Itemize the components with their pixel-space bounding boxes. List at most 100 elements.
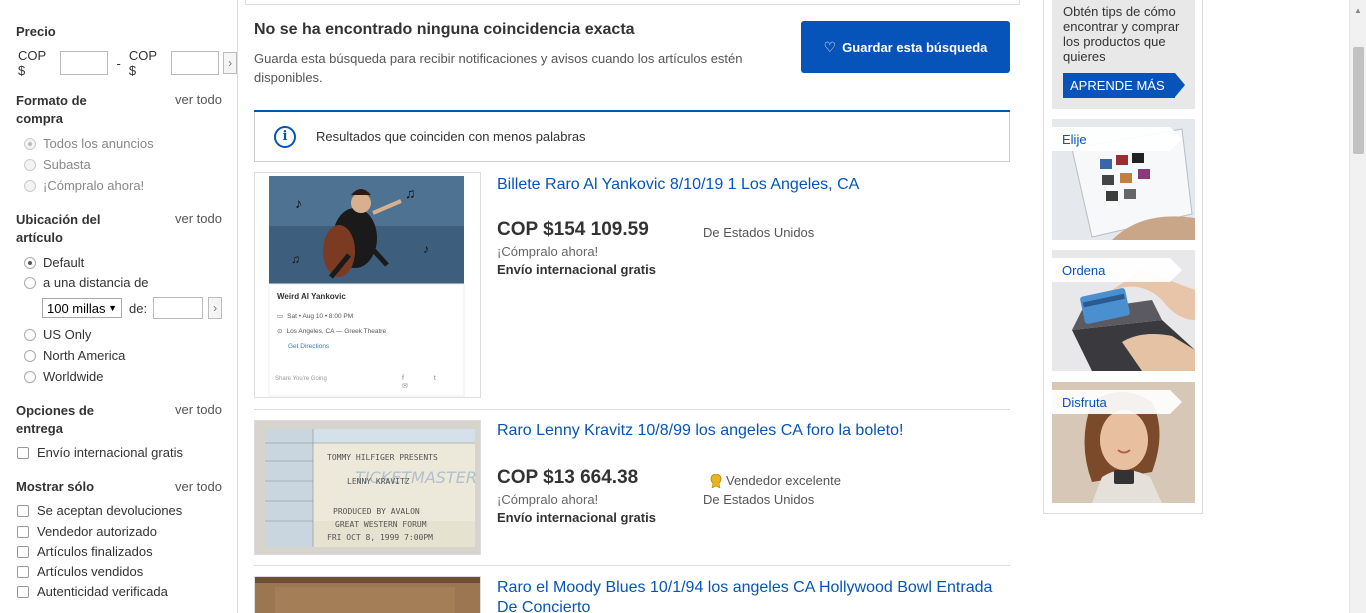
delivery-filter-header: Opciones de entrega ver todo	[16, 402, 222, 438]
show-only-option-authenticity[interactable]: Autenticidad verificada	[17, 584, 168, 599]
price-min-prefix: COP $	[18, 48, 46, 78]
scroll-up-icon[interactable]: ▲	[1354, 6, 1362, 15]
location-option-us-only[interactable]: US Only	[24, 327, 91, 342]
show-only-option-authorized[interactable]: Vendedor autorizado	[17, 524, 157, 539]
top-seller-label: Vendedor excelente	[726, 473, 841, 488]
promo-enjoy-text: Disfruta	[1062, 394, 1107, 410]
learn-more-button[interactable]: APRENDE MÁS	[1063, 73, 1175, 98]
radio-icon	[24, 349, 36, 362]
location-option-label: US Only	[43, 327, 92, 342]
item-title-link[interactable]: Billete Raro Al Yankovic 8/10/19 1 Los A…	[497, 175, 1007, 195]
item-divider	[254, 409, 1010, 410]
location-option-distance[interactable]: a una distancia de	[24, 275, 149, 290]
item-title-link[interactable]: Raro el Moody Blues 10/1/94 los angeles …	[497, 578, 1007, 613]
thumb-social-icons: f t ✉	[402, 375, 450, 390]
checkbox-icon	[17, 545, 29, 558]
thumb-date: ▭ Sat • Aug 10 • 8:00 PM	[277, 312, 354, 321]
filter-sidebar: Precio COP $ - COP $ › Formato de compra…	[0, 0, 238, 613]
top-seller-medal-icon	[710, 473, 722, 488]
price-max-input[interactable]	[170, 51, 220, 75]
show-only-option-label: Artículos finalizados	[37, 544, 153, 559]
delivery-filter-title: Opciones de entrega	[16, 403, 95, 436]
result-item: ♪ ♫ ♪ ♫ Weird Al Yankovic ▭ Sat • Aug 10 …	[254, 172, 1010, 402]
location-option-label: Default	[43, 255, 85, 270]
item-price: COP $154 109.59	[497, 219, 649, 240]
delivery-option-free-intl[interactable]: Envío internacional gratis	[17, 445, 183, 460]
ticket-line-5: FRI OCT 8, 1999 7:00PM	[327, 533, 433, 542]
thumb-date-text: Sat • Aug 10 • 8:00 PM	[287, 312, 354, 320]
thumb-share: Share You're Going	[275, 376, 327, 382]
delivery-see-all-link[interactable]: ver todo	[175, 402, 222, 417]
item-buy-now: ¡Cómpralo ahora!	[497, 244, 599, 259]
distance-submit-button[interactable]: ›	[208, 297, 223, 319]
info-icon: i	[274, 125, 296, 148]
checkbox-icon	[17, 565, 29, 578]
item-location: De Estados Unidos	[703, 225, 815, 240]
price-max-prefix: COP $	[128, 48, 157, 78]
tips-panel: Obtén tips de cómo encontrar y comprar l…	[1052, 0, 1195, 109]
tips-text: Obtén tips de cómo encontrar y comprar l…	[1063, 4, 1180, 64]
arrow-right-icon	[1175, 73, 1185, 97]
distance-select-value: 100 millas	[47, 300, 105, 316]
zip-input[interactable]	[153, 297, 204, 319]
location-option-label: a una distancia de	[43, 275, 149, 290]
item-thumbnail[interactable]: ♪ ♫ ♪ ♫ Weird Al Yankovic ▭ Sat • Aug 10 …	[254, 172, 481, 398]
promo-choose[interactable]: Elije	[1052, 119, 1195, 240]
price-range: COP $ - COP $ ›	[18, 48, 237, 78]
result-item: TICKETMASTER TOMMY HILFIGER PRESENTS LEN…	[254, 420, 1010, 558]
show-only-option-sold[interactable]: Artículos vendidos	[17, 564, 143, 579]
item-top-seller: Vendedor excelente	[710, 473, 841, 488]
format-option-buy-now[interactable]: ¡Cómpralo ahora!	[24, 178, 144, 193]
svg-text:♪: ♪	[423, 242, 429, 256]
show-only-option-returns[interactable]: Se aceptan devoluciones	[17, 503, 182, 518]
show-only-see-all-link[interactable]: ver todo	[175, 479, 222, 494]
save-search-button[interactable]: ♡ Guardar esta búsqueda	[801, 21, 1010, 73]
distance-row: 100 millas ▼ de: ›	[42, 297, 223, 319]
dropdown-arrow-icon: ▼	[108, 303, 117, 313]
format-filter-header: Formato de compra ver todo	[16, 92, 222, 128]
radio-icon	[24, 179, 36, 192]
price-submit-button[interactable]: ›	[223, 52, 237, 74]
checkbox-icon	[17, 504, 29, 517]
format-see-all-link[interactable]: ver todo	[175, 92, 222, 107]
location-option-default[interactable]: Default	[24, 255, 84, 270]
item-thumbnail[interactable]	[254, 576, 481, 613]
learn-more-label: APRENDE MÁS	[1070, 78, 1165, 93]
price-min-input[interactable]	[59, 51, 109, 75]
show-only-option-label: Artículos vendidos	[37, 564, 144, 579]
format-option-label: Subasta	[43, 157, 91, 172]
promo-choose-text: Elije	[1062, 131, 1087, 147]
location-option-north-america[interactable]: North America	[24, 348, 125, 363]
checkbox-icon	[17, 585, 29, 598]
format-option-all[interactable]: Todos los anuncios	[24, 136, 154, 151]
item-title-link[interactable]: Raro Lenny Kravitz 10/8/99 los angeles C…	[497, 421, 1007, 441]
format-option-label: Todos los anuncios	[43, 136, 154, 151]
no-match-description: Guarda esta búsqueda para recibir notifi…	[254, 51, 743, 85]
promo-enjoy[interactable]: Disfruta	[1052, 382, 1195, 503]
location-option-label: North America	[43, 348, 126, 363]
chevron-right-icon: ›	[213, 301, 218, 315]
results-main: No se ha encontrado ninguna coincidencia…	[245, 0, 1020, 613]
show-only-option-ended[interactable]: Artículos finalizados	[17, 544, 153, 559]
radio-icon	[24, 256, 36, 269]
promo-order-label: Ordena	[1052, 258, 1182, 282]
thumb-directions: Get Directions	[288, 343, 330, 350]
item-thumbnail[interactable]: TICKETMASTER TOMMY HILFIGER PRESENTS LEN…	[254, 420, 481, 555]
promo-choose-label: Elije	[1052, 127, 1182, 151]
zip-label: de:	[129, 300, 148, 316]
item-image	[255, 577, 480, 613]
svg-text:♫: ♫	[405, 185, 416, 201]
location-see-all-link[interactable]: ver todo	[175, 211, 222, 226]
format-option-auction[interactable]: Subasta	[24, 157, 91, 172]
thumb-venue: ⊙ Los Angeles, CA — Greek Theatre	[277, 327, 386, 336]
delivery-option-label: Envío internacional gratis	[37, 445, 183, 460]
item-buy-now: ¡Cómpralo ahora!	[497, 492, 599, 507]
location-option-worldwide[interactable]: Worldwide	[24, 369, 103, 384]
price-filter-title: Precio	[16, 24, 56, 39]
svg-text:♫: ♫	[291, 252, 300, 266]
distance-select[interactable]: 100 millas ▼	[42, 298, 122, 318]
page-scrollbar[interactable]: ▲	[1349, 0, 1366, 613]
format-option-label: ¡Cómpralo ahora!	[43, 178, 145, 193]
scrollbar-thumb[interactable]	[1353, 47, 1364, 154]
promo-order[interactable]: Ordena	[1052, 250, 1195, 371]
